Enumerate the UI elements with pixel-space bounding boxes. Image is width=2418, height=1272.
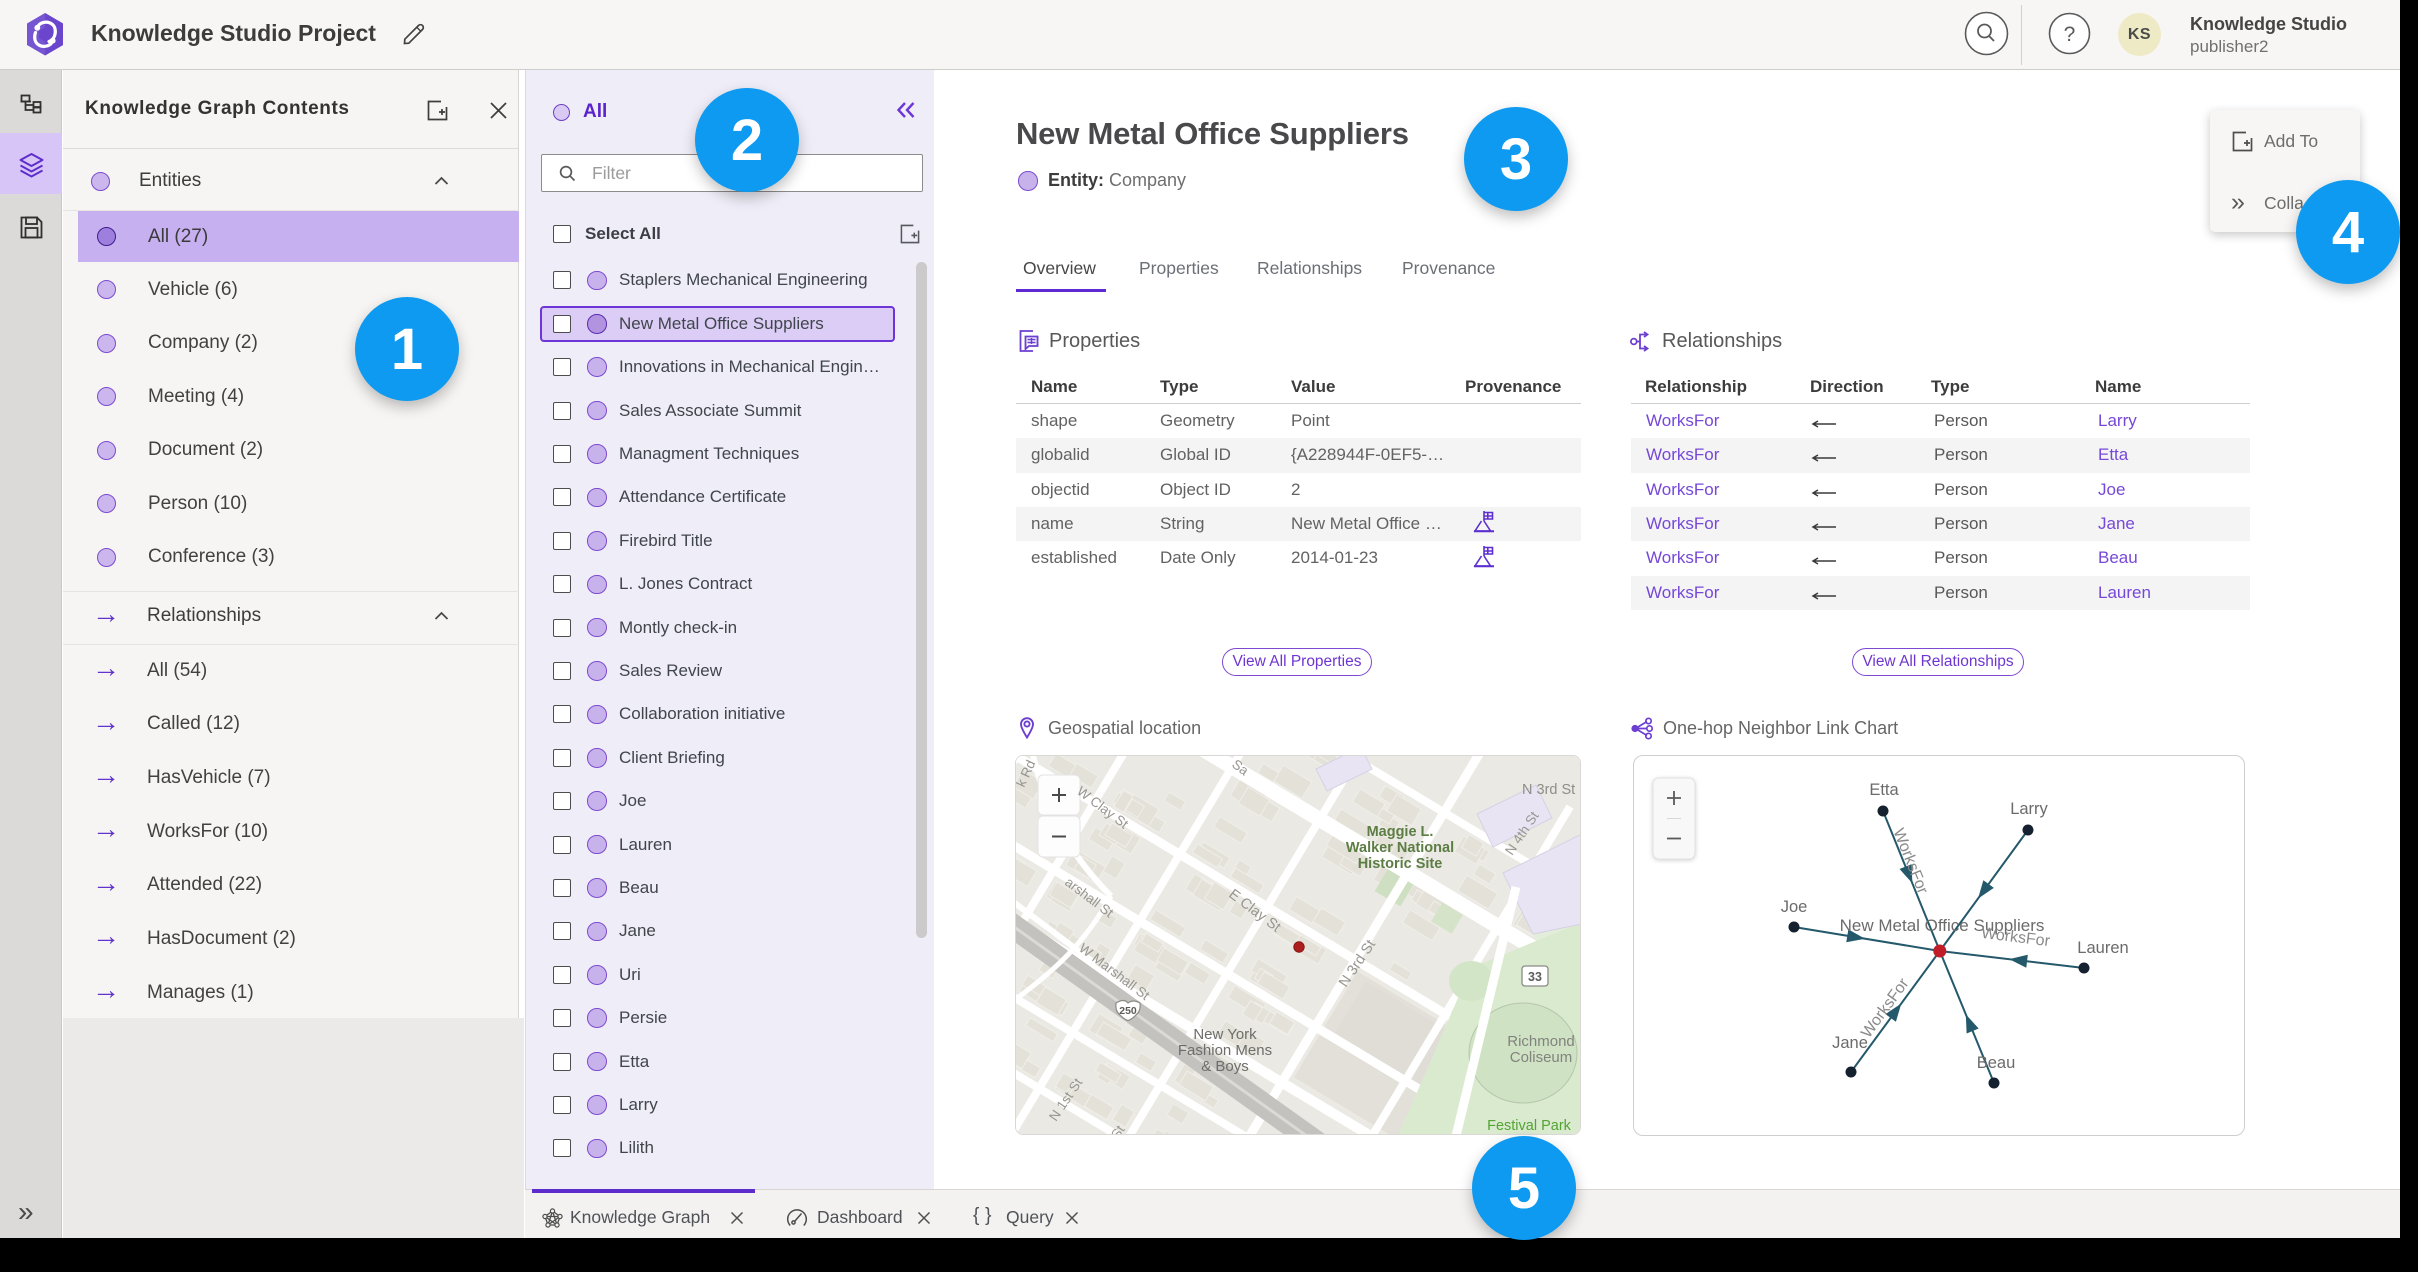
- svg-text:WorksFor: WorksFor: [1858, 975, 1913, 1041]
- svg-text:Joe: Joe: [1781, 898, 1808, 916]
- svg-text:?: ?: [2064, 23, 2076, 46]
- svg-text:Lauren: Lauren: [2077, 939, 2128, 957]
- svg-text:New York: New York: [1193, 1026, 1257, 1043]
- svg-text:Maggie L.: Maggie L.: [1367, 824, 1434, 840]
- svg-text:Fashion Mens: Fashion Mens: [1178, 1042, 1272, 1059]
- svg-text:& Boys: & Boys: [1201, 1058, 1249, 1075]
- svg-text:Historic Site: Historic Site: [1358, 856, 1443, 872]
- svg-text:Jane: Jane: [1832, 1034, 1868, 1052]
- svg-text:Richmond: Richmond: [1507, 1033, 1575, 1050]
- svg-text:N 3rd St: N 3rd St: [1522, 782, 1575, 798]
- svg-text:WorksFor: WorksFor: [1889, 826, 1931, 897]
- svg-text:Etta: Etta: [1869, 781, 1899, 799]
- svg-text:Beau: Beau: [1977, 1054, 2016, 1072]
- svg-text:Walker National: Walker National: [1346, 840, 1454, 856]
- svg-text:33: 33: [1528, 970, 1542, 984]
- svg-text:250: 250: [1119, 1005, 1137, 1017]
- svg-text:Larry: Larry: [2010, 800, 2048, 818]
- svg-text:Festival Park: Festival Park: [1487, 1118, 1572, 1134]
- svg-text:Coliseum: Coliseum: [1510, 1049, 1573, 1066]
